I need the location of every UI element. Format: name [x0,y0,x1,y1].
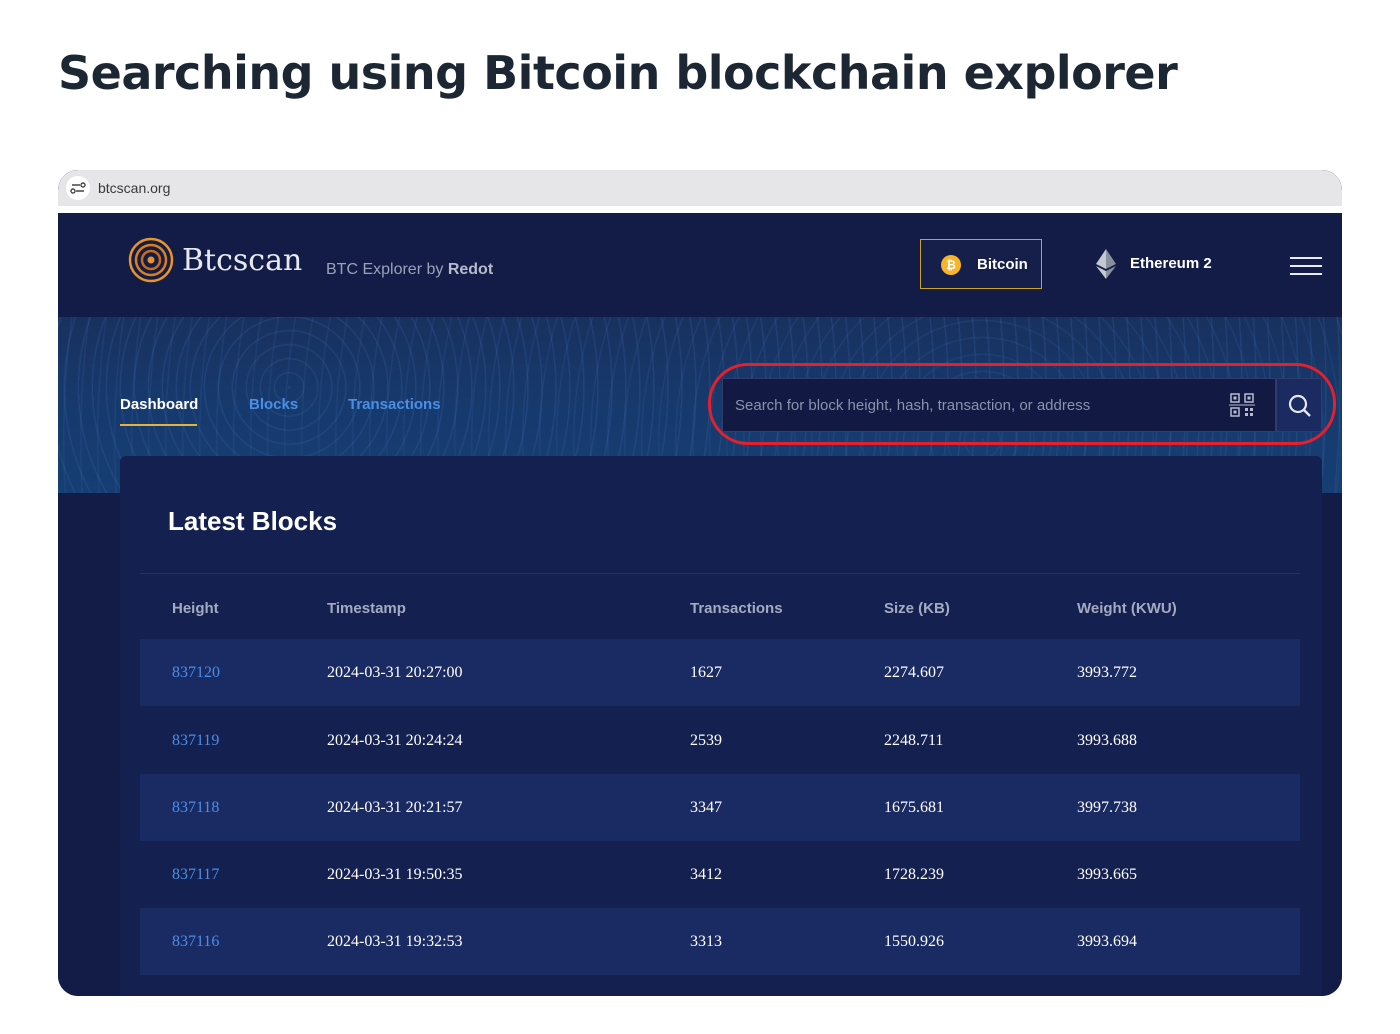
page-heading: Searching using Bitcoin blockchain explo… [58,46,1178,100]
block-transactions: 2539 [690,732,722,749]
tagline-brand: Redot [447,261,494,278]
column-header-timestamp[interactable]: Timestamp [327,600,406,617]
block-size: 1728.239 [884,866,944,883]
tab-transactions[interactable]: Transactions [348,396,441,413]
block-height-link[interactable]: 837120 [172,664,220,682]
block-timestamp: 2024-03-31 20:24:24 [327,732,463,749]
bitcoin-label: Bitcoin [977,256,1028,273]
block-timestamp: 2024-03-31 19:50:35 [327,866,463,883]
block-height-link[interactable]: 837117 [172,866,219,884]
table-row[interactable]: 837117 2024-03-31 19:50:35 3412 1728.239… [140,841,1300,908]
address-bar-gap [58,206,1342,213]
block-weight: 3993.694 [1077,933,1137,950]
table-row[interactable]: 837116 2024-03-31 19:32:53 3313 1550.926… [140,908,1300,975]
site-info-icon[interactable] [66,176,90,200]
tagline-prefix: BTC Explorer by [326,261,444,278]
block-weight: 3993.772 [1077,664,1137,681]
btcscan-app: Btcscan BTC Explorer by Redot ₿ Bitcoin … [58,213,1342,996]
hamburger-menu-icon[interactable] [1290,257,1322,275]
btcscan-logo-icon[interactable] [128,237,174,283]
block-timestamp: 2024-03-31 20:21:57 [327,799,463,816]
block-transactions: 3347 [690,799,722,816]
url-text[interactable]: btcscan.org [98,180,170,196]
column-header-size[interactable]: Size (KB) [884,600,950,617]
block-size: 1550.926 [884,933,944,950]
logo-text[interactable]: Btcscan [182,243,302,278]
block-weight: 3993.665 [1077,866,1137,883]
block-height-link[interactable]: 837119 [172,732,219,750]
card-divider [140,573,1300,574]
block-transactions: 3313 [690,933,722,950]
address-bar[interactable]: btcscan.org [58,170,1342,206]
block-transactions: 1627 [690,664,722,681]
active-tab-indicator [120,424,197,426]
block-size: 1675.681 [884,799,944,816]
block-height-link[interactable]: 837116 [172,933,219,951]
block-size: 2274.607 [884,664,944,681]
column-header-transactions[interactable]: Transactions [690,600,783,617]
latest-blocks-card: Latest Blocks Height Timestamp Transacti… [120,456,1322,996]
column-header-weight[interactable]: Weight (KWU) [1077,600,1177,617]
table-row[interactable]: 837120 2024-03-31 20:27:00 1627 2274.607… [140,639,1300,706]
column-header-height[interactable]: Height [172,600,219,617]
tab-dashboard[interactable]: Dashboard [120,396,198,413]
block-timestamp: 2024-03-31 20:27:00 [327,664,463,681]
block-timestamp: 2024-03-31 19:32:53 [327,933,463,950]
ethereum-icon [1096,249,1116,279]
block-weight: 3993.688 [1077,732,1137,749]
block-transactions: 3412 [690,866,722,883]
logo-tagline: BTC Explorer by Redot [326,261,493,279]
block-size: 2248.711 [884,732,944,749]
block-weight: 3997.738 [1077,799,1137,816]
block-height-link[interactable]: 837118 [172,799,219,817]
latest-blocks-title: Latest Blocks [168,506,338,536]
ethereum-selector-button[interactable]: Ethereum 2 [1088,239,1228,289]
bitcoin-selector-button[interactable]: ₿ Bitcoin [920,239,1042,289]
browser-screenshot: btcscan.org Btcscan BTC Explorer by Redo… [58,170,1342,996]
table-row[interactable]: 837118 2024-03-31 20:21:57 3347 1675.681… [140,774,1300,841]
bitcoin-icon: ₿ [941,255,961,275]
tab-blocks[interactable]: Blocks [249,396,298,413]
ethereum-label: Ethereum 2 [1130,255,1212,272]
table-row[interactable]: 837119 2024-03-31 20:24:24 2539 2248.711… [140,707,1300,774]
search-highlight-annotation [708,363,1336,445]
